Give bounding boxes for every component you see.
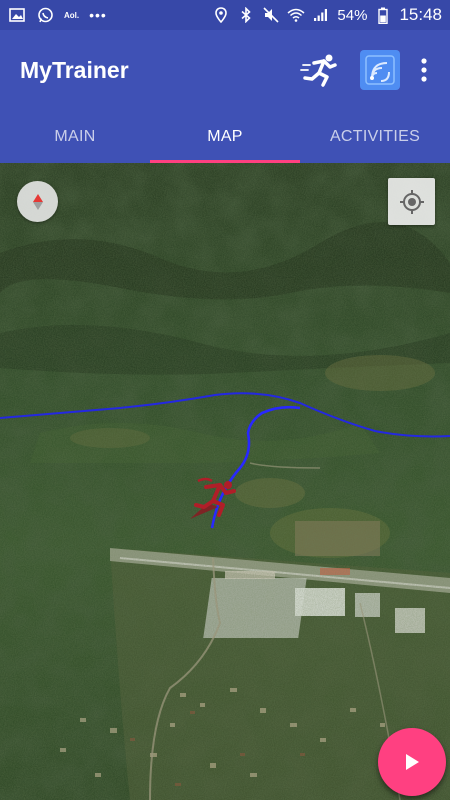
more-notifications-icon: ••• — [89, 7, 107, 23]
tab-label: MAIN — [54, 127, 96, 145]
aol-icon: Aol. — [64, 10, 80, 20]
bluetooth-icon — [237, 6, 255, 24]
status-right: 54% 15:48 — [212, 5, 442, 25]
app-bar: MyTrainer — [0, 30, 450, 110]
overflow-menu-button[interactable] — [418, 55, 430, 85]
runner-marker-icon — [190, 477, 236, 519]
runner-button[interactable] — [298, 48, 342, 92]
activity-tracker-icon — [365, 55, 395, 85]
tab-label: MAP — [207, 127, 243, 145]
compass-button[interactable] — [17, 181, 58, 222]
battery-percentage: 54% — [337, 6, 368, 24]
compass-icon — [32, 193, 43, 210]
tab-activities[interactable]: ACTIVITIES — [300, 110, 450, 163]
start-activity-button[interactable] — [378, 728, 446, 796]
map-view[interactable] — [0, 163, 450, 800]
app-actions — [298, 48, 430, 92]
location-icon — [212, 6, 230, 24]
my-location-button[interactable] — [388, 178, 435, 225]
activity-tracker-button[interactable] — [360, 50, 400, 90]
status-bar: Aol. ••• 54% 15:48 — [0, 0, 450, 30]
battery-icon — [374, 6, 392, 24]
whatsapp-icon — [36, 6, 54, 24]
my-location-icon — [399, 189, 424, 214]
cell-signal-icon — [312, 6, 330, 24]
image-icon — [8, 6, 26, 24]
status-left: Aol. ••• — [8, 6, 107, 24]
overflow-menu-icon — [421, 58, 427, 82]
tab-map[interactable]: MAP — [150, 110, 300, 163]
app-title: MyTrainer — [20, 56, 129, 83]
play-icon — [406, 754, 419, 770]
clock: 15:48 — [399, 5, 442, 24]
runner-icon — [300, 54, 337, 87]
tab-bar: MAIN MAP ACTIVITIES — [0, 110, 450, 163]
tab-main[interactable]: MAIN — [0, 110, 150, 163]
wifi-icon — [287, 6, 305, 24]
mute-icon — [262, 6, 280, 24]
tab-label: ACTIVITIES — [329, 127, 421, 145]
